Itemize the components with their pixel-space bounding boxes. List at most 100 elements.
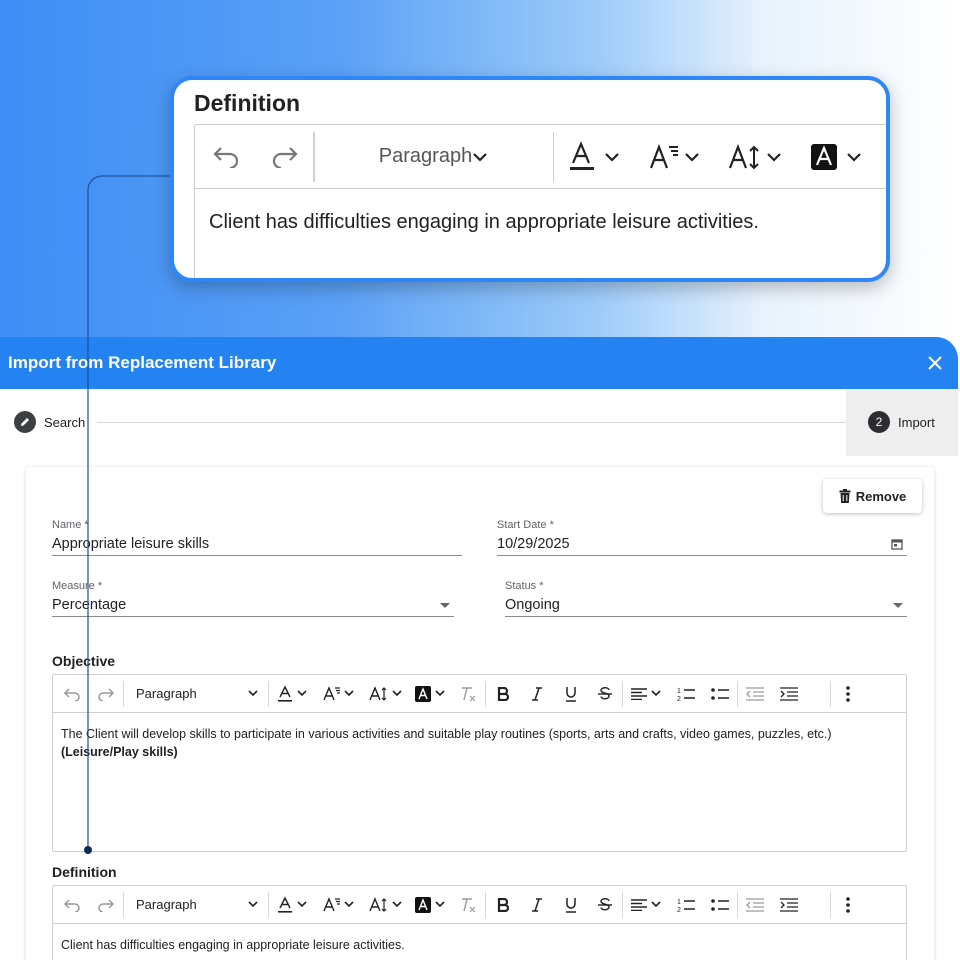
remove-button-label: Remove [855, 488, 907, 504]
font-family-button[interactable] [315, 886, 361, 924]
remove-button[interactable]: Remove [823, 479, 922, 513]
font-color-button[interactable] [269, 886, 315, 924]
bullet-list-button[interactable] [703, 675, 737, 713]
paragraph-label: Paragraph [378, 145, 473, 167]
callout-paragraph-select[interactable]: Paragraph [315, 125, 553, 189]
step-import-label: Import [898, 414, 935, 430]
import-modal: Import from Replacement Library Search 2… [0, 337, 958, 960]
definition-editor-body[interactable]: Client has difficulties engaging in appr… [53, 924, 906, 960]
undo-icon[interactable] [55, 675, 89, 713]
numbered-list-button[interactable]: 12 [669, 886, 703, 924]
name-value: Appropriate leisure skills [52, 536, 210, 552]
objective-editor-body[interactable]: The Client will develop skills to partic… [53, 713, 906, 773]
italic-icon [532, 897, 542, 912]
bold-button[interactable] [486, 886, 520, 924]
underline-button[interactable] [554, 886, 588, 924]
background-color-button[interactable] [409, 886, 451, 924]
bullet-list-button[interactable] [703, 886, 737, 924]
name-field[interactable]: Name * Appropriate leisure skills [52, 519, 462, 556]
font-color-icon [570, 140, 594, 170]
undo-icon[interactable] [55, 886, 89, 924]
font-size-icon [728, 143, 759, 169]
objective-editor[interactable]: Paragraph 12 The Client will develop ski… [52, 674, 907, 852]
strikethrough-icon [598, 686, 612, 699]
italic-button[interactable] [520, 675, 554, 713]
step-import[interactable]: 2 Import [868, 411, 935, 433]
outdent-button[interactable] [738, 675, 772, 713]
callout-editor-text: Client has difficulties engaging in appr… [209, 211, 759, 233]
background-color-button[interactable] [409, 675, 451, 713]
measure-field[interactable]: Measure * Percentage [52, 580, 454, 617]
more-vertical-icon [846, 685, 850, 702]
font-color-button[interactable] [554, 125, 634, 189]
chevron-down-icon [685, 152, 699, 162]
more-options-button[interactable] [831, 675, 865, 713]
clear-format-button[interactable] [451, 886, 485, 924]
objective-toolbar: Paragraph 12 [53, 675, 906, 713]
outdent-button[interactable] [738, 886, 772, 924]
redo-icon[interactable] [89, 886, 123, 924]
underline-button[interactable] [554, 675, 588, 713]
calendar-icon[interactable] [891, 538, 903, 550]
bullet-list-icon [711, 898, 729, 911]
bold-button[interactable] [486, 675, 520, 713]
chevron-down-icon [343, 690, 354, 697]
chevron-down-icon [248, 901, 258, 908]
font-size-button[interactable] [714, 125, 796, 189]
font-size-button[interactable] [361, 886, 409, 924]
indent-button[interactable] [772, 675, 806, 713]
chevron-down-icon [297, 690, 307, 697]
start-date-label: Start Date * [497, 519, 554, 531]
background-color-button[interactable] [796, 125, 876, 189]
chevron-down-icon [651, 901, 661, 908]
align-button[interactable] [623, 675, 669, 713]
outdent-icon [746, 897, 764, 912]
step-search[interactable]: Search [14, 411, 85, 433]
numbered-list-button[interactable]: 12 [669, 675, 703, 713]
indent-button[interactable] [772, 886, 806, 924]
pencil-icon [21, 418, 29, 426]
dropdown-arrow-icon [893, 602, 903, 608]
undo-icon[interactable] [195, 125, 257, 189]
definition-paragraph-select[interactable]: Paragraph [124, 886, 268, 924]
font-family-icon [322, 896, 340, 911]
italic-button[interactable] [520, 886, 554, 924]
font-family-button[interactable] [634, 125, 714, 189]
font-size-button[interactable] [361, 675, 409, 713]
start-date-value: 10/29/2025 [497, 536, 570, 552]
chevron-down-icon [435, 690, 445, 697]
indent-icon [780, 897, 798, 912]
status-field[interactable]: Status * Ongoing [505, 580, 907, 617]
font-color-icon [278, 684, 292, 702]
strikethrough-button[interactable] [588, 886, 622, 924]
clear-format-button[interactable] [451, 675, 485, 713]
outdent-icon [746, 686, 764, 701]
more-options-button[interactable] [831, 886, 865, 924]
step-search-circle [14, 411, 36, 433]
chevron-down-icon [847, 152, 861, 162]
objective-text: The Client will develop skills to partic… [61, 727, 832, 741]
import-card: Remove Name * Appropriate leisure skills… [26, 467, 934, 960]
redo-icon[interactable] [257, 125, 313, 189]
stepper: Search 2 Import [0, 389, 958, 456]
chevron-down-icon [391, 901, 402, 908]
start-date-field[interactable]: Start Date * 10/29/2025 [497, 519, 907, 556]
italic-icon [532, 686, 542, 701]
definition-toolbar: Paragraph 12 [53, 886, 906, 924]
font-color-button[interactable] [269, 675, 315, 713]
align-button[interactable] [623, 886, 669, 924]
chevron-down-icon [343, 901, 354, 908]
strikethrough-button[interactable] [588, 675, 622, 713]
font-family-button[interactable] [315, 675, 361, 713]
stepper-line [97, 422, 846, 423]
close-button[interactable] [922, 350, 948, 376]
chevron-down-icon [473, 152, 487, 162]
numbered-list-icon: 12 [677, 688, 695, 702]
font-color-icon [278, 895, 292, 913]
chevron-down-icon [248, 690, 258, 697]
svg-text:2: 2 [677, 907, 681, 913]
paragraph-label: Paragraph [136, 686, 197, 701]
redo-icon[interactable] [89, 675, 123, 713]
objective-paragraph-select[interactable]: Paragraph [124, 675, 268, 713]
definition-editor[interactable]: Paragraph 12 Client has difficulties eng… [52, 885, 907, 960]
